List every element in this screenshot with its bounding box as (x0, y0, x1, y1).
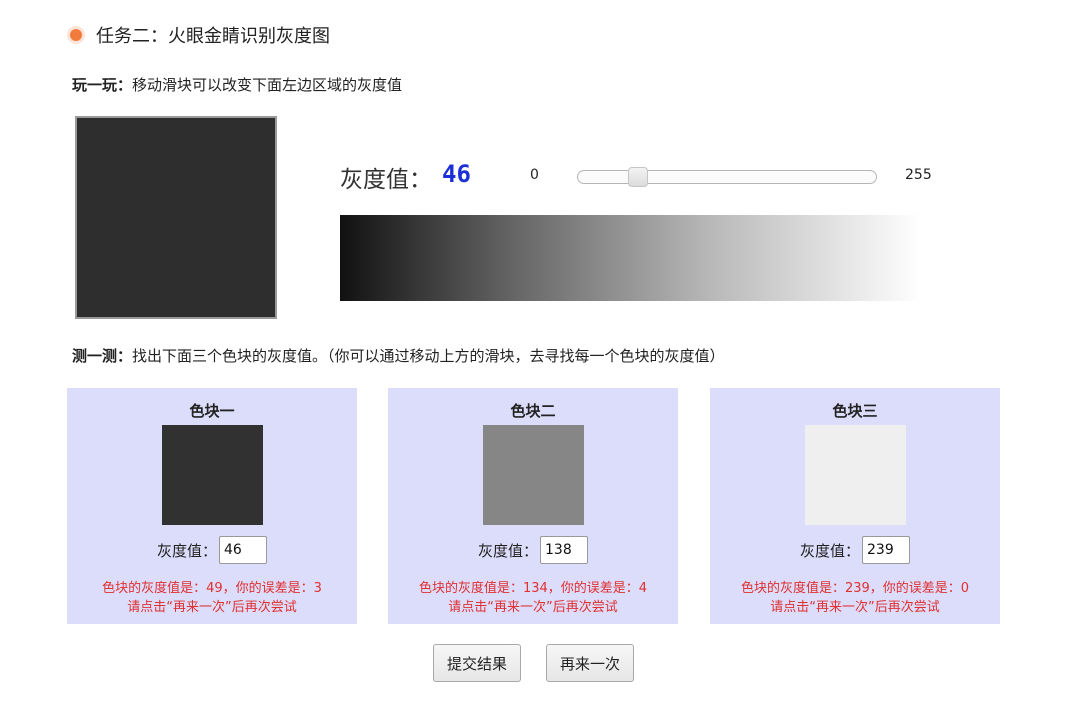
result-text: 色块的灰度值是：134，你的误差是：4 (418, 581, 648, 596)
result-text: 色块的灰度值是：49，你的误差是：3 (102, 581, 322, 596)
gray-value-input[interactable] (862, 536, 910, 564)
retry-hint: 请点击“再来一次”后再次尝试 (448, 600, 618, 615)
input-label: 灰度值： (477, 541, 538, 560)
bullet-dot-icon (70, 29, 82, 41)
play-label: 玩一玩： (72, 76, 133, 94)
color-block (483, 425, 584, 525)
color-block (805, 425, 906, 525)
retry-button[interactable]: 再来一次 (546, 644, 634, 682)
color-card-1: 色块一 灰度值： 色块的灰度值是：49，你的误差是：3 请点击“再来一次”后再次… (67, 388, 357, 624)
slider-max-label: 255 (905, 167, 932, 183)
gray-value-input[interactable] (219, 536, 267, 564)
color-card-2: 色块二 灰度值： 色块的灰度值是：134，你的误差是：4 请点击“再来一次”后再… (388, 388, 678, 624)
card-title: 色块一 (189, 402, 235, 420)
retry-hint: 请点击“再来一次”后再次尝试 (770, 600, 940, 615)
test-label: 测一测： (72, 347, 133, 365)
gray-value-input[interactable] (540, 536, 588, 564)
input-label: 灰度值： (799, 541, 860, 560)
gray-gradient-bar (340, 215, 922, 301)
gray-task-page: 任务二：火眼金睛识别灰度图 玩一玩：移动滑块可以改变下面左边区域的灰度值 灰度值… (0, 0, 1068, 720)
input-label: 灰度值： (156, 541, 217, 560)
gray-value-number: 46 (442, 160, 471, 188)
result-text: 色块的灰度值是：239，你的误差是：0 (740, 581, 970, 596)
submit-button[interactable]: 提交结果 (433, 644, 521, 682)
card-title: 色块二 (510, 402, 556, 420)
test-text: 找出下面三个色块的灰度值。（你可以通过移动上方的滑块，去寻找每一个色块的灰度值） (132, 347, 725, 365)
card-title: 色块三 (832, 402, 878, 420)
test-instruction: 测一测：找出下面三个色块的灰度值。（你可以通过移动上方的滑块，去寻找每一个色块的… (72, 345, 725, 366)
gray-slider[interactable] (577, 167, 877, 187)
play-text: 移动滑块可以改变下面左边区域的灰度值 (132, 76, 403, 94)
input-row: 灰度值： (710, 536, 1000, 564)
slider-min-label: 0 (530, 167, 539, 183)
retry-hint: 请点击“再来一次”后再次尝试 (127, 600, 297, 615)
task-title-text: 任务二：火眼金睛识别灰度图 (96, 26, 330, 47)
color-card-3: 色块三 灰度值： 色块的灰度值是：239，你的误差是：0 请点击“再来一次”后再… (710, 388, 1000, 624)
gray-preview-square (75, 116, 277, 319)
task-title: 任务二：火眼金睛识别灰度图 (70, 22, 330, 48)
input-row: 灰度值： (67, 536, 357, 564)
input-row: 灰度值： (388, 536, 678, 564)
color-block (162, 425, 263, 525)
play-instruction: 玩一玩：移动滑块可以改变下面左边区域的灰度值 (72, 74, 402, 95)
gray-value-label: 灰度值： (340, 167, 432, 193)
slider-thumb[interactable] (628, 167, 649, 187)
